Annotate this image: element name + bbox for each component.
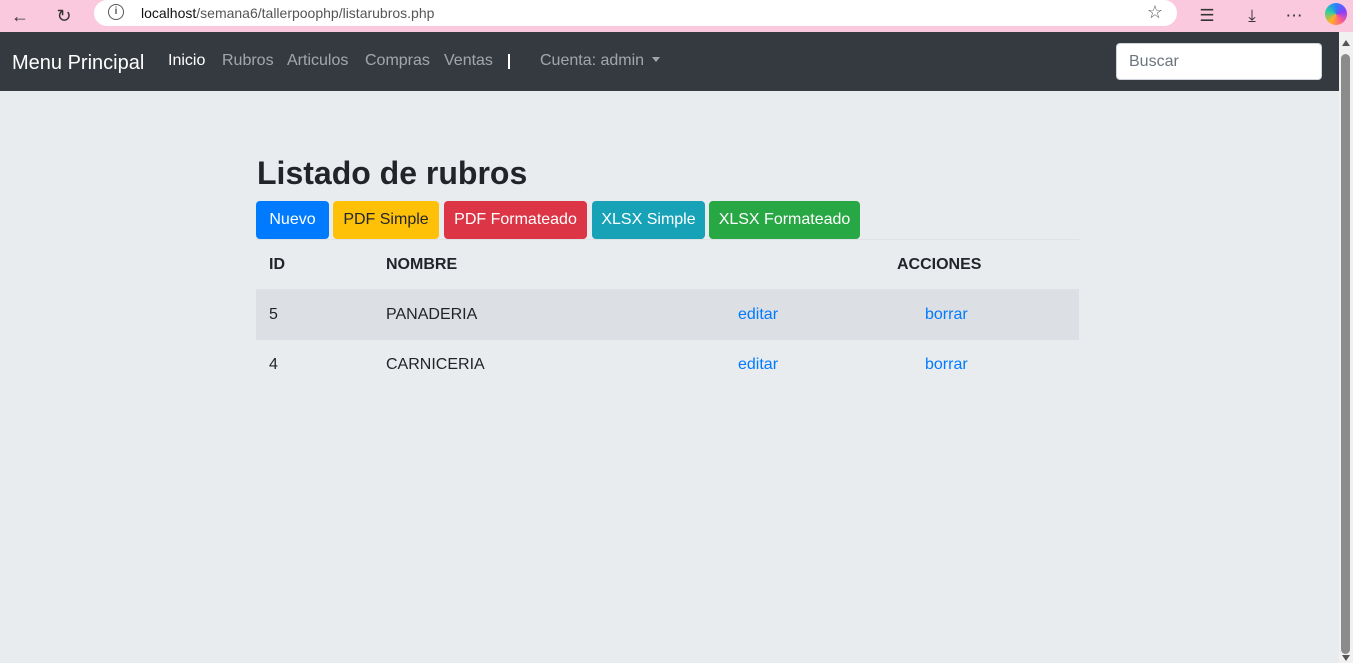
account-dropdown[interactable]: Cuenta: admin (540, 52, 661, 70)
copilot-icon[interactable] (1325, 3, 1347, 25)
cell-nombre: CARNICERIA (373, 339, 697, 389)
favorite-star-icon[interactable]: ☆ (1147, 2, 1163, 23)
navbar-brand[interactable]: Menu Principal (12, 52, 144, 75)
page-title: Listado de rubros (257, 155, 528, 191)
cell-edit: editar (697, 289, 884, 340)
cell-id: 4 (256, 339, 373, 389)
address-bar[interactable]: i localhost/semana6/tallerpoophp/listaru… (94, 0, 1177, 26)
scroll-down-arrow-icon[interactable] (1342, 655, 1350, 661)
search-input[interactable] (1116, 43, 1322, 80)
url-text[interactable]: localhost/semana6/tallerpoophp/listarubr… (141, 5, 434, 21)
page-scrollbar[interactable] (1339, 32, 1353, 663)
header-acciones: ACCIONES (884, 239, 1079, 290)
delete-link[interactable]: borrar (925, 356, 968, 373)
cell-nombre: PANADERIA (373, 289, 697, 340)
cell-id: 5 (256, 289, 373, 340)
rubros-table: ID NOMBRE ACCIONES 5 PANADERIA editar bo… (256, 239, 1079, 389)
table-header-row: ID NOMBRE ACCIONES (256, 239, 1079, 290)
favorites-icon[interactable]: ☰ (1195, 4, 1219, 28)
nav-link-inicio[interactable]: Inicio (168, 52, 205, 70)
edit-link[interactable]: editar (738, 356, 778, 373)
more-menu-icon[interactable]: ⋯ (1282, 4, 1306, 28)
header-id: ID (256, 239, 373, 290)
scroll-thumb[interactable] (1341, 54, 1350, 654)
table-row: 5 PANADERIA editar borrar (256, 289, 1079, 340)
browser-toolbar: ← ↻ i localhost/semana6/tallerpoophp/lis… (0, 0, 1353, 32)
pdf-formateado-button[interactable]: PDF Formateado (444, 201, 587, 239)
header-spacer (697, 239, 884, 290)
chevron-down-icon (652, 57, 661, 62)
xlsx-simple-button[interactable]: XLSX Simple (592, 201, 705, 239)
scroll-up-arrow-icon[interactable] (1342, 40, 1350, 46)
cell-edit: editar (697, 339, 884, 389)
cell-delete: borrar (884, 339, 1079, 389)
url-path: /semana6/tallerpoophp/listarubros.php (196, 5, 435, 21)
pdf-simple-button[interactable]: PDF Simple (333, 201, 439, 239)
delete-link[interactable]: borrar (925, 306, 968, 323)
cell-delete: borrar (884, 289, 1079, 340)
nav-link-articulos[interactable]: Articulos (287, 52, 348, 70)
nav-link-rubros[interactable]: Rubros (222, 52, 274, 70)
site-info-icon[interactable]: i (108, 4, 124, 20)
reload-icon[interactable]: ↻ (52, 4, 76, 28)
header-nombre: NOMBRE (373, 239, 697, 290)
table-row: 4 CARNICERIA editar borrar (256, 339, 1079, 389)
edit-link[interactable]: editar (738, 306, 778, 323)
url-host: localhost (141, 5, 197, 21)
nav-link-compras[interactable]: Compras (365, 52, 430, 70)
nuevo-button[interactable]: Nuevo (256, 201, 329, 239)
account-label: Cuenta: admin (540, 52, 645, 69)
text-cursor (508, 54, 510, 69)
xlsx-formateado-button[interactable]: XLSX Formateado (709, 201, 860, 239)
nav-link-ventas[interactable]: Ventas (444, 52, 493, 70)
downloads-icon[interactable]: ⤓ (1240, 4, 1264, 28)
back-icon[interactable]: ← (8, 4, 32, 28)
